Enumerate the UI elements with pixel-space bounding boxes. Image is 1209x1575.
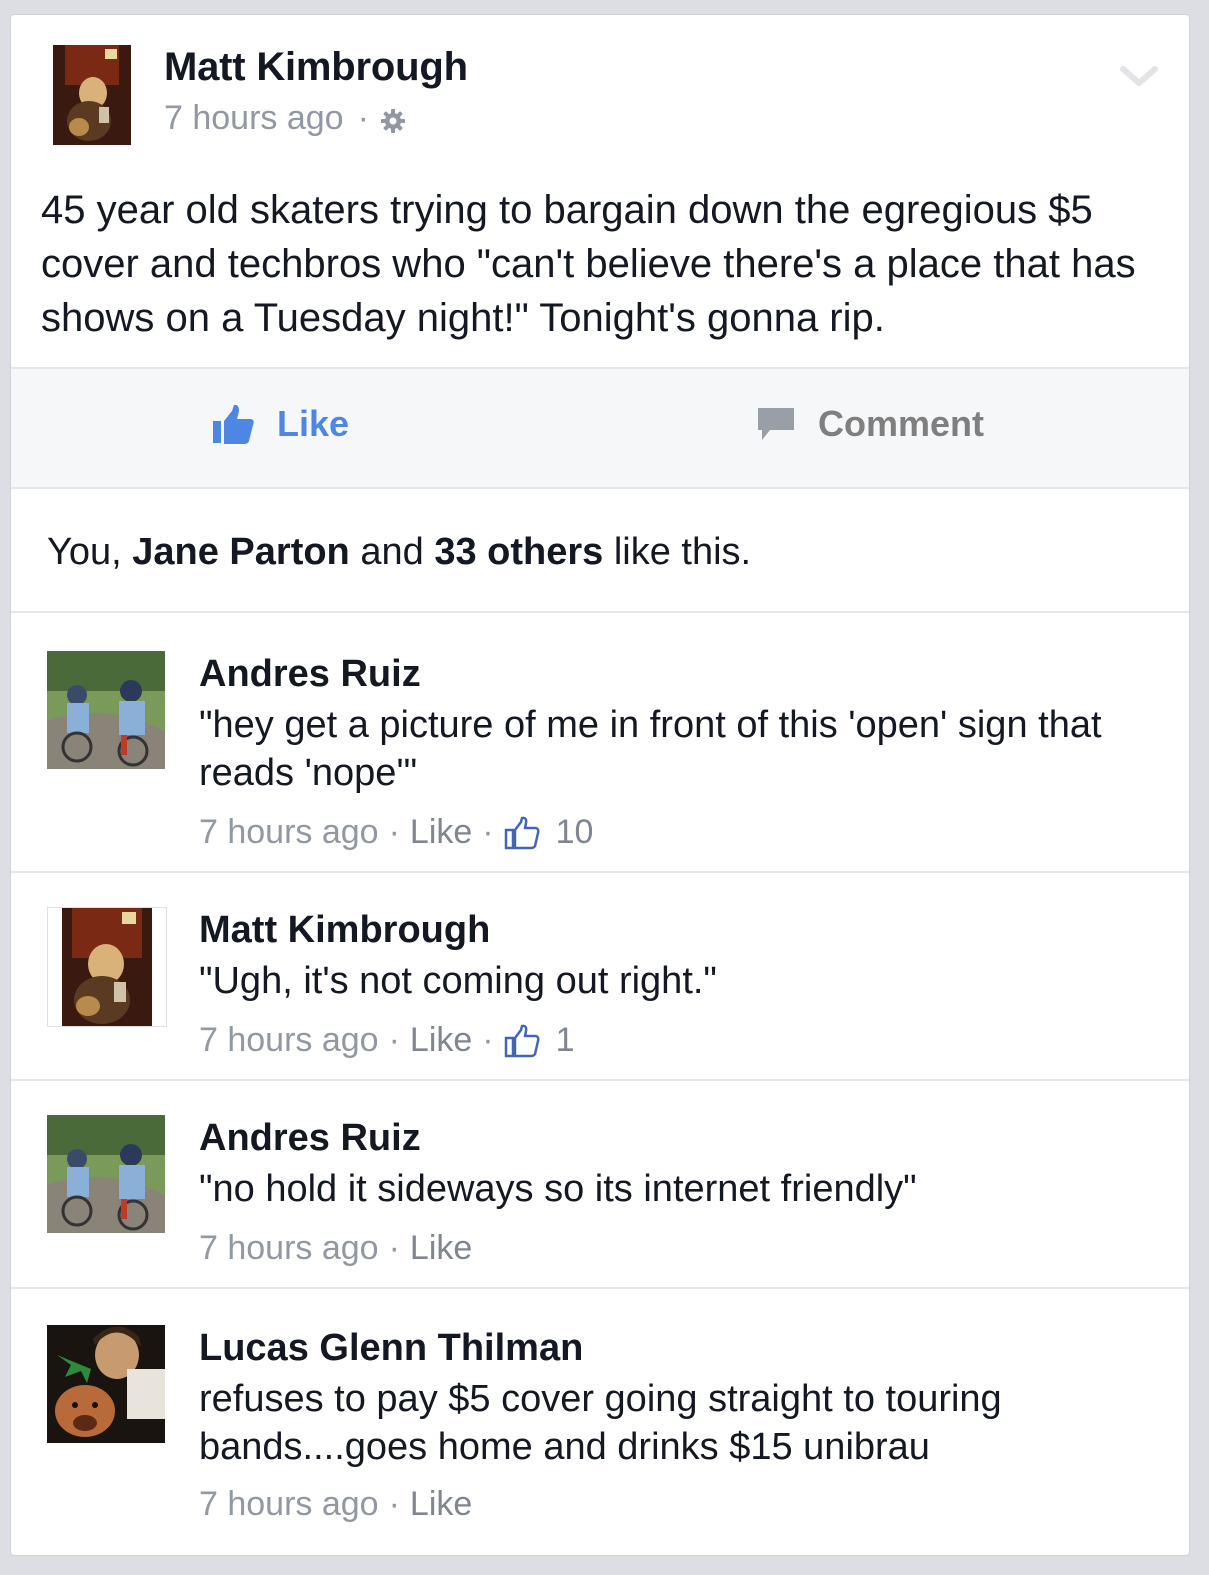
comment-like-link[interactable]: Like <box>410 1021 472 1060</box>
comment-item: Andres Ruiz "hey get a picture of me in … <box>11 651 1189 871</box>
comment-like-count[interactable]: 10 <box>556 813 594 852</box>
liker-name[interactable]: Jane Parton <box>132 531 350 573</box>
comment-meta: 7 hours ago · Like · 1 <box>199 1021 575 1060</box>
comment-author[interactable]: Andres Ruiz <box>199 651 421 697</box>
commenter-avatar[interactable] <box>47 1325 165 1443</box>
comment-like-count[interactable]: 1 <box>556 1021 575 1060</box>
meta-separator: · <box>357 99 369 137</box>
comment-timestamp[interactable]: 7 hours ago <box>199 1229 379 1268</box>
comment-item: Matt Kimbrough "Ugh, it's not coming out… <box>11 907 1189 1077</box>
action-bar: Like Comment <box>11 369 1189 487</box>
comment-text: "Ugh, it's not coming out right." <box>199 960 717 1002</box>
like-button[interactable]: Like <box>211 403 349 445</box>
commenter-avatar[interactable] <box>47 1115 165 1233</box>
comment-timestamp[interactable]: 7 hours ago <box>199 1485 379 1524</box>
comment-author[interactable]: Lucas Glenn Thilman <box>199 1325 583 1371</box>
post-author-name[interactable]: Matt Kimbrough <box>164 45 468 90</box>
post-meta: 7 hours ago · <box>164 99 407 138</box>
like-summary[interactable]: You, Jane Parton and 33 others like this… <box>47 531 751 574</box>
comment-author[interactable]: Andres Ruiz <box>199 1115 421 1161</box>
comment-item: Lucas Glenn Thilman refuses to pay $5 co… <box>11 1325 1189 1545</box>
comment-text: refuses to pay $5 cover going straight t… <box>199 1378 1002 1468</box>
comment-timestamp[interactable]: 7 hours ago <box>199 813 379 852</box>
post-card: Matt Kimbrough 7 hours ago · 45 year old… <box>10 14 1190 1556</box>
comment-like-link[interactable]: Like <box>410 1229 472 1268</box>
comment-author[interactable]: Matt Kimbrough <box>199 907 490 953</box>
thumbs-up-icon <box>504 1024 540 1057</box>
comment-item: Andres Ruiz "no hold it sideways so its … <box>11 1115 1189 1285</box>
comment-like-link[interactable]: Like <box>410 813 472 852</box>
post-body-text: 45 year old skaters trying to bargain do… <box>41 188 1136 340</box>
divider <box>11 487 1189 489</box>
like-summary-prefix: You, <box>47 531 133 573</box>
like-summary-middle: and <box>349 531 435 573</box>
commenter-avatar[interactable] <box>47 651 165 769</box>
thumbs-up-icon <box>213 404 254 444</box>
commenter-avatar[interactable] <box>47 907 167 1027</box>
comment-timestamp[interactable]: 7 hours ago <box>199 1021 379 1060</box>
like-summary-suffix: like this. <box>603 531 752 573</box>
chevron-down-icon[interactable] <box>1119 61 1159 91</box>
comment-button-label: Comment <box>818 403 985 444</box>
thumbs-up-icon <box>504 816 540 849</box>
comment-meta: 7 hours ago · Like <box>199 1229 473 1268</box>
speech-bubble-icon <box>758 408 794 440</box>
likers-others-link[interactable]: 33 others <box>434 531 603 573</box>
comment-like-link[interactable]: Like <box>410 1485 472 1524</box>
comment-meta: 7 hours ago · Like <box>199 1485 473 1524</box>
gear-icon[interactable] <box>379 105 407 133</box>
comment-button[interactable]: Comment <box>756 403 1189 445</box>
author-avatar[interactable] <box>53 45 131 145</box>
divider <box>11 871 1189 873</box>
divider <box>11 1079 1189 1081</box>
divider <box>11 1287 1189 1289</box>
like-button-label: Like <box>277 403 350 444</box>
comment-text: "hey get a picture of me in front of thi… <box>199 704 1102 794</box>
comment-text: "no hold it sideways so its internet fri… <box>199 1168 917 1210</box>
post-timestamp[interactable]: 7 hours ago <box>164 99 344 138</box>
divider <box>11 611 1189 613</box>
comment-meta: 7 hours ago · Like · 10 <box>199 813 594 852</box>
